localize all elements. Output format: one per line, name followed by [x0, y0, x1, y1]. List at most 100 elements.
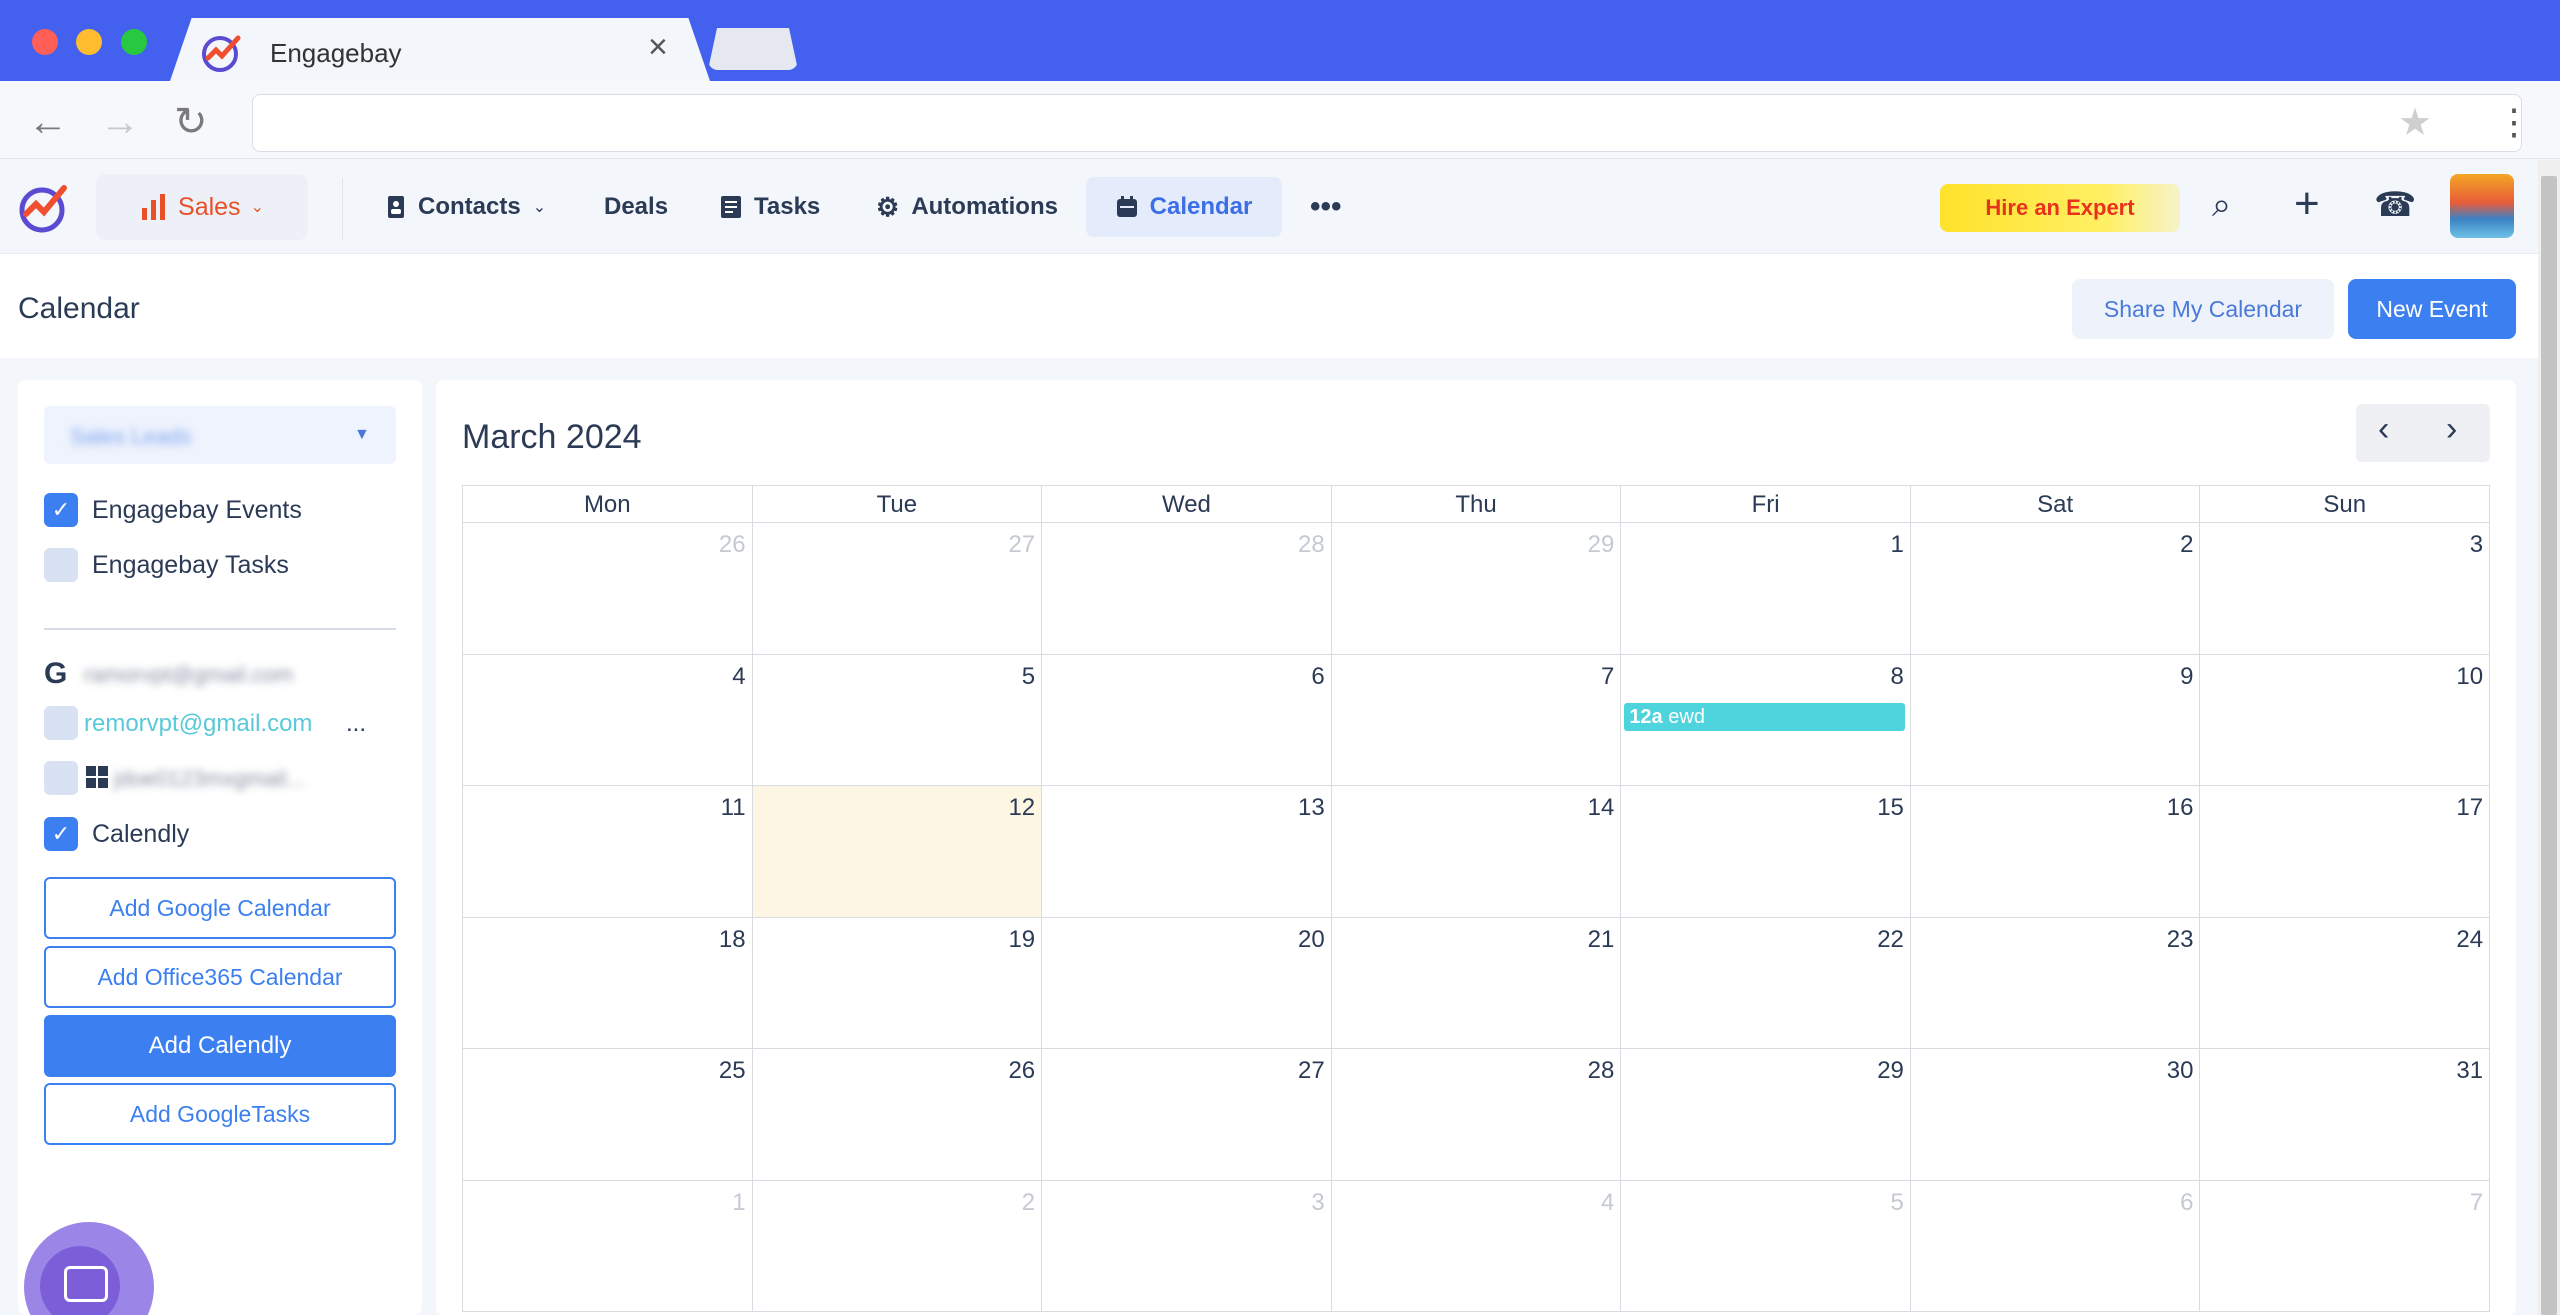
chevron-right-icon[interactable]: › — [2446, 412, 2457, 446]
nav-item-deals[interactable]: Deals — [604, 180, 668, 234]
calendar-day-cell[interactable]: 8 12a ewd — [1621, 654, 1911, 786]
calendar-day-cell[interactable]: 6 — [1042, 654, 1332, 786]
new-event-button[interactable]: New Event — [2348, 279, 2516, 339]
calendar-day-cell[interactable]: 19 — [752, 917, 1043, 1049]
browser-tab-active[interactable] — [170, 18, 710, 81]
caret-down-icon[interactable]: ▼ — [354, 426, 370, 444]
calendar-day-cell[interactable]: 21 — [1331, 917, 1622, 1049]
calendar-day-cell[interactable]: 28 — [1331, 1049, 1622, 1181]
calendar-day-cell[interactable]: 18 — [463, 917, 753, 1049]
nav-item-tasks[interactable]: Tasks — [720, 180, 820, 234]
weekday-header: Thu — [1331, 486, 1622, 523]
engagebay-logo-icon — [202, 35, 241, 72]
calendar-day-cell[interactable]: 9 — [1910, 654, 2201, 786]
calendar-day-cell[interactable]: 26 — [752, 1049, 1043, 1181]
calendar-day-cell[interactable]: 23 — [1910, 917, 2201, 1049]
calendar-day-cell[interactable]: 27 — [1042, 1049, 1332, 1181]
browser-tab-new[interactable] — [708, 28, 798, 70]
calendar-day-cell[interactable]: 10 — [2200, 654, 2491, 786]
forward-arrow-icon[interactable]: → — [100, 102, 140, 142]
scrollbar-thumb[interactable] — [2541, 176, 2557, 1315]
calendar-day-cell[interactable]: 24 — [2200, 917, 2491, 1049]
calendar-day-cell[interactable]: 1 — [463, 1180, 753, 1312]
share-calendar-button[interactable]: Share My Calendar — [2072, 279, 2334, 339]
search-icon[interactable]: ⌕ — [2212, 188, 2231, 222]
weekday-header: Mon — [463, 486, 753, 523]
calendar-day-cell[interactable]: 5 — [752, 654, 1043, 786]
nav-item-calendar[interactable]: Calendar — [1086, 177, 1282, 237]
sales-module-switcher[interactable]: Sales ⌄ — [96, 174, 308, 240]
phone-icon[interactable]: ☎ — [2374, 188, 2416, 222]
calendar-day-cell[interactable]: 3 — [2200, 523, 2491, 655]
add-calendly-button[interactable]: Add Calendly — [44, 1015, 396, 1077]
calendar-day-cell[interactable]: 26 — [463, 523, 753, 655]
calendar-day-cell[interactable]: 15 — [1621, 786, 1911, 918]
calendar-event[interactable]: 12a ewd — [1624, 702, 1906, 731]
calendar-day-cell[interactable]: 17 — [2200, 786, 2491, 918]
calendar-day-cell[interactable]: 28 — [1042, 523, 1332, 655]
day-number: 5 — [1021, 662, 1036, 690]
day-number: 7 — [1600, 662, 1615, 690]
chevron-left-icon[interactable]: ‹ — [2378, 412, 2389, 446]
calendar-day-cell[interactable]: 7 — [1331, 654, 1622, 786]
office-account-email: jdoe0123mxgmail... — [114, 766, 305, 791]
add-icon[interactable]: + — [2294, 182, 2320, 226]
linked-calendar-checkbox[interactable] — [44, 706, 78, 740]
window-maximize-button[interactable] — [121, 29, 147, 55]
user-avatar[interactable] — [2450, 174, 2514, 238]
day-number: 18 — [718, 925, 746, 953]
add-google-calendar-button[interactable]: Add Google Calendar — [44, 877, 396, 939]
chat-bubble-icon[interactable] — [64, 1266, 108, 1302]
hire-expert-button[interactable]: Hire an Expert — [1940, 184, 2180, 232]
calendar-day-cell[interactable]: 4 — [463, 654, 753, 786]
calendar-day-cell[interactable]: 22 — [1621, 917, 1911, 1049]
linked-calendar-email[interactable]: remorvpt@gmail.com — [84, 710, 312, 738]
calendar-day-cell[interactable]: 1 — [1621, 523, 1911, 655]
contacts-label: Contacts — [418, 193, 521, 220]
calendar-day-cell-today[interactable]: 12 — [752, 786, 1043, 918]
calendar-day-cell[interactable]: 20 — [1042, 917, 1332, 1049]
linked-calendar-ellipsis: ... — [346, 710, 367, 737]
calendly-checkbox[interactable]: ✓ — [44, 817, 78, 851]
reload-icon[interactable]: ↻ — [174, 102, 208, 142]
window-minimize-button[interactable] — [76, 29, 102, 55]
engagebay-tasks-checkbox[interactable] — [44, 548, 78, 582]
tab-close-icon[interactable]: × — [648, 30, 668, 64]
calendar-day-cell[interactable]: 2 — [1910, 523, 2201, 655]
day-number: 1 — [732, 1188, 746, 1216]
calendar-day-cell[interactable]: 13 — [1042, 786, 1332, 918]
calendar-day-cell[interactable]: 11 — [463, 786, 753, 918]
day-number: 19 — [1008, 925, 1036, 953]
calendar-day-cell[interactable]: 5 — [1621, 1180, 1911, 1312]
calendar-day-cell[interactable]: 29 — [1621, 1049, 1911, 1181]
engagebay-events-checkbox[interactable]: ✓ — [44, 493, 78, 527]
calendar-day-cell[interactable]: 29 — [1331, 523, 1622, 655]
nav-item-contacts[interactable]: Contacts ⌄ — [386, 180, 546, 234]
calendar-day-cell[interactable]: 31 — [2200, 1049, 2491, 1181]
office-calendar-checkbox[interactable] — [44, 761, 78, 795]
add-googletasks-button[interactable]: Add GoogleTasks — [44, 1083, 396, 1145]
calendar-day-cell[interactable]: 6 — [1910, 1180, 2201, 1312]
bookmark-star-icon[interactable]: ★ — [2398, 104, 2432, 142]
calendar-day-cell[interactable]: 7 — [2200, 1180, 2491, 1312]
calendar-day-cell[interactable]: 3 — [1042, 1180, 1332, 1312]
calendar-day-cell[interactable]: 14 — [1331, 786, 1622, 918]
calendar-day-cell[interactable]: 27 — [752, 523, 1043, 655]
google-icon: G — [44, 657, 68, 690]
calendar-day-cell[interactable]: 25 — [463, 1049, 753, 1181]
calendar-day-cell[interactable]: 4 — [1331, 1180, 1622, 1312]
app-logo-icon[interactable] — [16, 180, 70, 234]
calendar-day-cell[interactable]: 30 — [1910, 1049, 2201, 1181]
browser-menu-icon[interactable]: ⋮ — [2496, 104, 2532, 140]
day-number: 3 — [1311, 1188, 1325, 1216]
window-close-button[interactable] — [32, 29, 58, 55]
calendar-day-cell[interactable]: 2 — [752, 1180, 1043, 1312]
address-bar-input[interactable] — [252, 94, 2522, 152]
nav-item-automations[interactable]: ⚙ Automations — [876, 180, 1058, 234]
add-office365-calendar-button[interactable]: Add Office365 Calendar — [44, 946, 396, 1008]
back-arrow-icon[interactable]: ← — [28, 102, 68, 142]
nav-more-icon[interactable]: ••• — [1310, 180, 1342, 234]
calendar-nav-group — [2356, 404, 2490, 462]
calendar-day-cell[interactable]: 16 — [1910, 786, 2201, 918]
weekday-header: Sun — [2200, 486, 2491, 523]
